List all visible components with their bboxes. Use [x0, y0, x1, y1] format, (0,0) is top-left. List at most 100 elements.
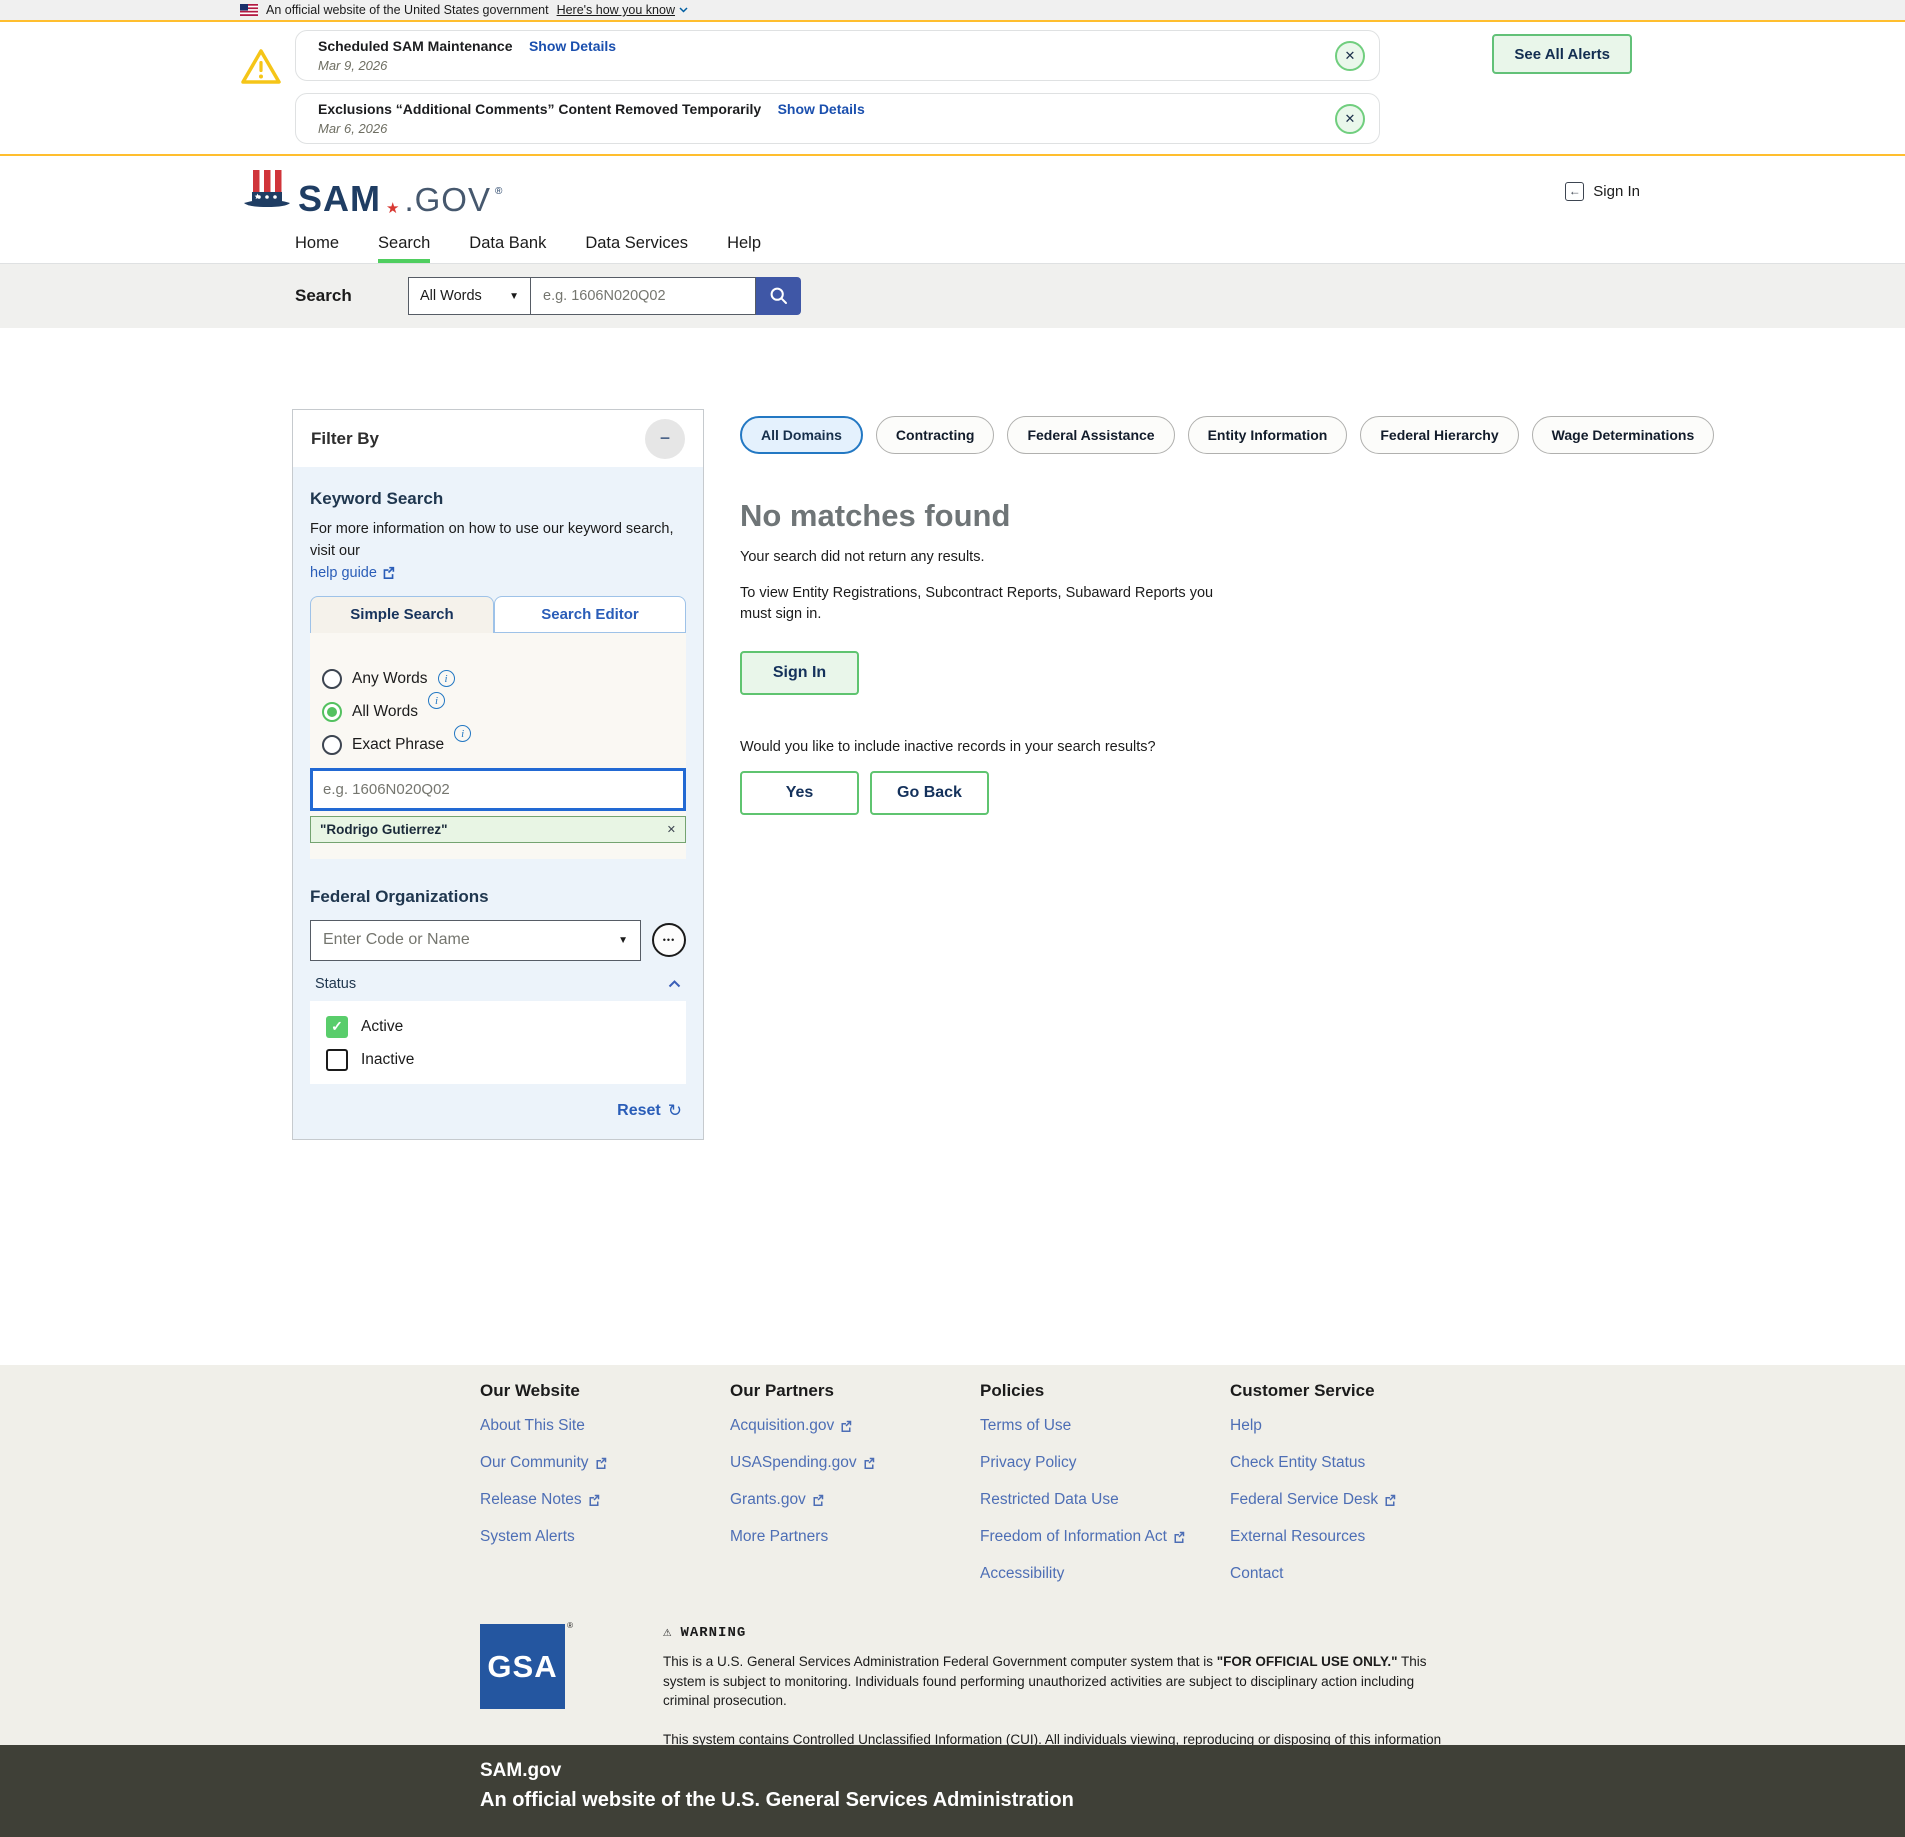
checkbox-checked[interactable]: ✓ — [326, 1016, 348, 1038]
footer-link-more-partners[interactable]: More Partners — [730, 1528, 980, 1546]
pill-federal-assistance[interactable]: Federal Assistance — [1007, 416, 1174, 454]
tab-search-editor[interactable]: Search Editor — [494, 596, 686, 633]
filter-collapse-button[interactable]: − — [645, 419, 685, 459]
no-results-message: Your search did not return any results. — [740, 549, 1714, 565]
logo-text-sam: SAM — [298, 183, 381, 215]
checkbox-inactive[interactable]: Inactive — [326, 1049, 670, 1071]
search-bar: Search All Words ▼ — [0, 264, 1905, 328]
pill-wage-determinations[interactable]: Wage Determinations — [1532, 416, 1715, 454]
chevron-down-icon — [679, 7, 688, 13]
reset-filters-link[interactable]: Reset — [617, 1102, 661, 1120]
footer-link-federal-service-desk[interactable]: Federal Service Desk — [1230, 1491, 1480, 1509]
footer-link-system-alerts[interactable]: System Alerts — [480, 1528, 730, 1546]
external-link-icon — [840, 1420, 852, 1432]
status-label: Status — [315, 976, 356, 992]
info-icon[interactable]: i — [428, 692, 445, 709]
alert-close-button[interactable]: ✕ — [1335, 41, 1365, 71]
footer-link-accessibility[interactable]: Accessibility — [980, 1565, 1230, 1583]
yes-button[interactable]: Yes — [740, 771, 859, 815]
warning-paragraph-1: This is a U.S. General Services Administ… — [663, 1652, 1458, 1711]
results-section: All Domains Contracting Federal Assistan… — [740, 409, 1714, 815]
external-link-icon — [588, 1494, 600, 1506]
pill-contracting[interactable]: Contracting — [876, 416, 995, 454]
select-caret-icon: ▼ — [509, 291, 519, 302]
info-icon[interactable]: i — [438, 670, 455, 687]
federal-org-combobox[interactable]: Enter Code or Name ▼ — [310, 920, 641, 961]
footer-link-about-this-site[interactable]: About This Site — [480, 1417, 730, 1435]
sign-in-button[interactable]: Sign In — [740, 651, 859, 695]
footer-link-privacy-policy[interactable]: Privacy Policy — [980, 1454, 1230, 1472]
footer-col-customer-service: Customer Service Help Check Entity Statu… — [1230, 1381, 1480, 1602]
footer-link-foia[interactable]: Freedom of Information Act — [980, 1528, 1230, 1546]
search-icon — [769, 286, 789, 306]
external-link-icon — [863, 1457, 875, 1469]
footer-link-check-entity-status[interactable]: Check Entity Status — [1230, 1454, 1480, 1472]
keyword-input[interactable] — [310, 768, 686, 811]
radio-all-words[interactable]: All Words i — [322, 702, 686, 722]
alert-show-details-link[interactable]: Show Details — [778, 101, 865, 117]
see-all-alerts-button[interactable]: See All Alerts — [1492, 34, 1632, 74]
keyword-chip: "Rodrigo Gutierrez" ✕ — [310, 816, 686, 843]
footer-link-usaspending-gov[interactable]: USASpending.gov — [730, 1454, 980, 1472]
pill-entity-information[interactable]: Entity Information — [1188, 416, 1348, 454]
footer-link-acquisition-gov[interactable]: Acquisition.gov — [730, 1417, 980, 1435]
tab-simple-search[interactable]: Simple Search — [310, 596, 494, 633]
nav-item-search[interactable]: Search — [378, 226, 430, 263]
radio-button[interactable] — [322, 669, 342, 689]
no-matches-title: No matches found — [740, 498, 1714, 534]
filter-panel-title: Filter By — [311, 429, 379, 449]
simple-search-panel: Any Words i All Words i Exact Phrase i "… — [310, 633, 686, 859]
nav-item-help[interactable]: Help — [727, 226, 761, 263]
search-type-select[interactable]: All Words ▼ — [408, 277, 531, 315]
sign-in-icon: ← — [1565, 182, 1584, 201]
help-guide-link[interactable]: help guide — [310, 565, 395, 581]
minus-icon: − — [660, 428, 671, 449]
federal-org-more-button[interactable]: ••• — [652, 923, 686, 957]
checkbox-active[interactable]: ✓ Active — [326, 1016, 670, 1038]
footer-link-external-resources[interactable]: External Resources — [1230, 1528, 1480, 1546]
chevron-up-icon — [668, 980, 681, 988]
footer-link-help[interactable]: Help — [1230, 1417, 1480, 1435]
info-icon[interactable]: i — [454, 725, 471, 742]
nav-item-data-services[interactable]: Data Services — [585, 226, 688, 263]
alert-close-button[interactable]: ✕ — [1335, 104, 1365, 134]
footer-link-grants-gov[interactable]: Grants.gov — [730, 1491, 980, 1509]
main-nav: Home Search Data Bank Data Services Help — [0, 226, 1905, 264]
filter-panel-body: Keyword Search For more information on h… — [293, 467, 703, 1139]
footer-link-release-notes[interactable]: Release Notes — [480, 1491, 730, 1509]
header-sign-in-link[interactable]: ← Sign In — [1565, 182, 1640, 201]
checkbox-unchecked[interactable] — [326, 1049, 348, 1071]
external-link-icon — [812, 1494, 824, 1506]
reset-icon: ↻ — [668, 1101, 682, 1121]
radio-any-words[interactable]: Any Words i — [322, 669, 686, 689]
sign-in-required-message: To view Entity Registrations, Subcontrac… — [740, 583, 1240, 625]
global-search-input[interactable] — [531, 277, 756, 315]
footer-link-our-community[interactable]: Our Community — [480, 1454, 730, 1472]
keyword-search-heading: Keyword Search — [310, 489, 686, 509]
chip-remove-icon[interactable]: ✕ — [667, 823, 676, 836]
sam-gov-logo[interactable]: SAM ★ .GOV ® — [240, 167, 502, 215]
filter-panel-header: Filter By − — [293, 410, 703, 467]
alert-show-details-link[interactable]: Show Details — [529, 38, 616, 54]
search-bar-label: Search — [295, 286, 408, 306]
how-you-know-link[interactable]: Here's how you know — [557, 3, 688, 17]
status-section-header[interactable]: Status — [310, 976, 686, 992]
uncle-sam-hat-icon — [240, 167, 294, 215]
search-submit-button[interactable] — [756, 277, 801, 315]
go-back-button[interactable]: Go Back — [870, 771, 989, 815]
warning-title: ⚠ WARNING — [663, 1624, 1458, 1641]
radio-button-selected[interactable] — [322, 702, 342, 722]
pill-federal-hierarchy[interactable]: Federal Hierarchy — [1360, 416, 1518, 454]
alert-title: Scheduled SAM Maintenance — [318, 38, 512, 54]
warning-icon: ⚠ — [663, 1624, 672, 1641]
warning-triangle-icon — [240, 48, 282, 86]
pill-all-domains[interactable]: All Domains — [740, 416, 863, 454]
nav-item-home[interactable]: Home — [295, 226, 339, 263]
alert-card: Scheduled SAM Maintenance Show Details M… — [295, 30, 1380, 81]
nav-item-data-bank[interactable]: Data Bank — [469, 226, 546, 263]
footer-link-contact[interactable]: Contact — [1230, 1565, 1480, 1583]
radio-button[interactable] — [322, 735, 342, 755]
radio-exact-phrase[interactable]: Exact Phrase i — [322, 735, 686, 755]
footer-link-restricted-data-use[interactable]: Restricted Data Use — [980, 1491, 1230, 1509]
footer-link-terms-of-use[interactable]: Terms of Use — [980, 1417, 1230, 1435]
